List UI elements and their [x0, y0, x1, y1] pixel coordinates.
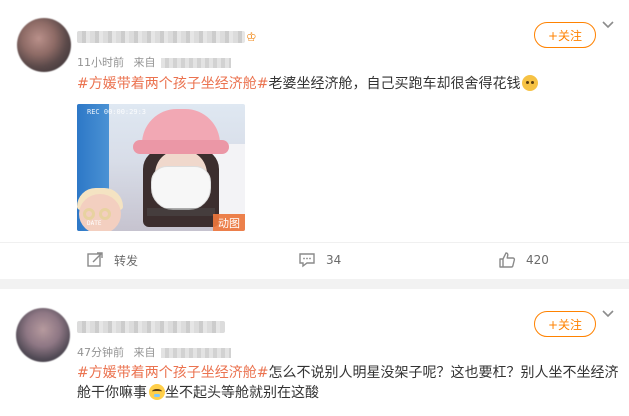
like-count: 420 [526, 253, 549, 267]
source-name-blurred[interactable] [161, 58, 231, 68]
post-card-2: 47分钟前 来自 +关注 #方媛带着两个孩子坐经济舱#怎么不说别人明星没架子呢？… [0, 289, 629, 416]
repost-label: 转发 [114, 253, 139, 268]
post-text: #方媛带着两个孩子坐经济舱#怎么不说别人明星没架子呢？这也要杠？别人坐不坐经济舱… [77, 363, 622, 403]
crying-emoji-icon [149, 384, 165, 400]
source-prefix: 来自 [133, 346, 156, 359]
chevron-down-icon[interactable] [602, 20, 614, 30]
comment-icon [299, 253, 315, 268]
post-meta: 11小时前 来自 [77, 54, 231, 70]
post-media-gif[interactable]: REC 00:00:29:3 DATE 动图 [77, 104, 245, 231]
post-time[interactable]: 11小时前 [77, 56, 124, 69]
hashtag-link[interactable]: #方媛带着两个孩子坐经济舱# [77, 365, 268, 381]
cat-emoji-icon [522, 75, 539, 91]
chevron-down-icon[interactable] [602, 309, 614, 319]
hat-brim-shape [133, 140, 229, 154]
like-icon [499, 252, 516, 268]
vip-badge-icon: ♔ [246, 30, 257, 44]
post-actions-bar: 转发 34 420 [0, 242, 629, 279]
comment-count: 34 [326, 253, 342, 267]
repost-icon [87, 252, 103, 267]
source-name-blurred[interactable] [161, 348, 231, 358]
repost-button[interactable]: 转发 [86, 251, 138, 269]
kid-glasses-right [99, 208, 111, 220]
post-body: 老婆坐经济舱，自己买跑车却很舍得花钱 [268, 76, 521, 92]
post-text: #方媛带着两个孩子坐经济舱#老婆坐经济舱，自己买跑车却很舍得花钱 [77, 74, 617, 94]
post-body-end: 坐不起头等舱就别在这酸 [165, 385, 319, 401]
like-button[interactable]: 420 [498, 251, 549, 269]
follow-button[interactable]: +关注 [534, 22, 596, 48]
user-name-blurred[interactable] [77, 31, 245, 43]
source-prefix: 来自 [133, 56, 156, 69]
avatar[interactable] [17, 18, 71, 72]
caption-blurred [147, 208, 215, 216]
mask-shape [151, 166, 211, 210]
avatar[interactable] [16, 308, 70, 362]
post-time[interactable]: 47分钟前 [77, 346, 124, 359]
follow-button[interactable]: +关注 [534, 311, 596, 337]
post-card-1: ♔ 11小时前 来自 +关注 #方媛带着两个孩子坐经济舱#老婆坐经济舱，自己买跑… [0, 0, 629, 279]
gif-badge: 动图 [213, 214, 245, 231]
hashtag-link[interactable]: #方媛带着两个孩子坐经济舱# [77, 76, 268, 92]
date-overlay: DATE [87, 220, 102, 227]
user-name-blurred[interactable] [77, 321, 225, 333]
comment-button[interactable]: 34 [298, 251, 341, 269]
rec-overlay: REC 00:00:29:3 [87, 108, 147, 116]
post-meta: 47分钟前 来自 [77, 344, 231, 360]
kid-glasses-left [83, 208, 95, 220]
